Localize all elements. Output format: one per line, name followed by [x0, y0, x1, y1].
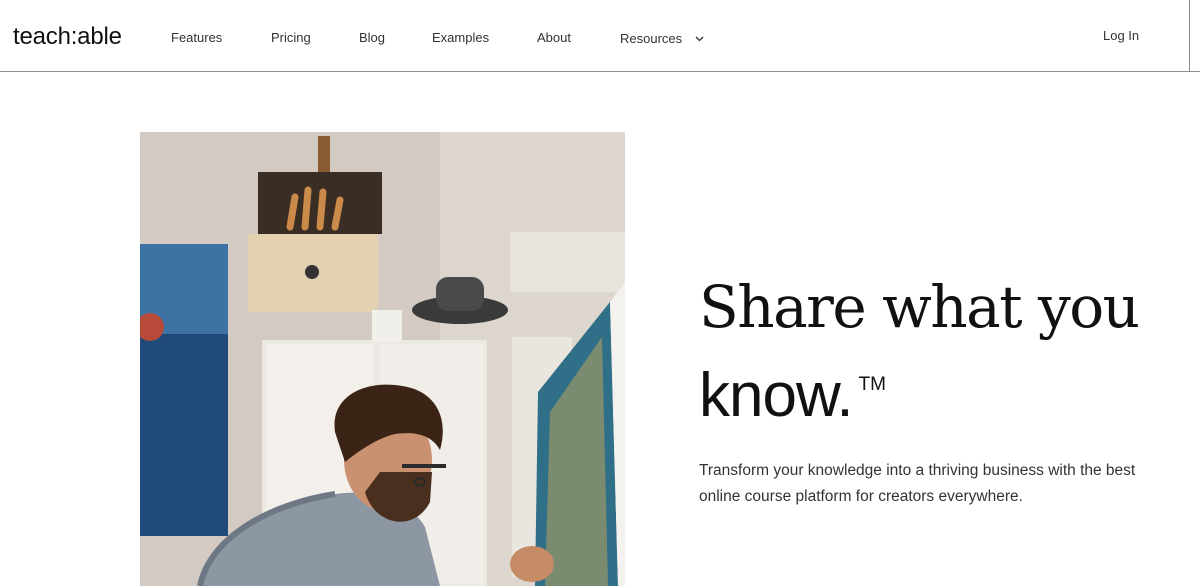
nav-resources-dropdown[interactable]: Resources: [620, 29, 704, 48]
hero-headline-line-1: Share what you: [699, 273, 1140, 341]
chevron-down-icon: [695, 29, 704, 47]
hero-headline-line-2: know. TM: [699, 346, 1169, 435]
hero-headline-know: know.: [699, 361, 854, 430]
nav-features-link[interactable]: Features: [171, 29, 222, 47]
trademark-mark: TM: [858, 374, 886, 395]
teachable-logo[interactable]: teach:able: [13, 22, 122, 52]
login-link[interactable]: Log In: [1103, 27, 1139, 45]
hero-subtext: Transform your knowledge into a thriving…: [699, 462, 1136, 505]
hero-image: [140, 132, 625, 586]
hero-headline: Share what you know. TM: [699, 268, 1169, 435]
top-nav-bar: teach:able Features Pricing Blog Example…: [0, 0, 1200, 72]
nav-pricing-link[interactable]: Pricing: [271, 29, 311, 47]
header-divider: [1189, 0, 1190, 72]
nav-resources-label: Resources: [620, 31, 683, 46]
nav-examples-link[interactable]: Examples: [432, 29, 489, 47]
nav-blog-link[interactable]: Blog: [359, 29, 385, 47]
page: teach:able Features Pricing Blog Example…: [0, 0, 1200, 586]
nav-about-link[interactable]: About: [537, 29, 571, 47]
